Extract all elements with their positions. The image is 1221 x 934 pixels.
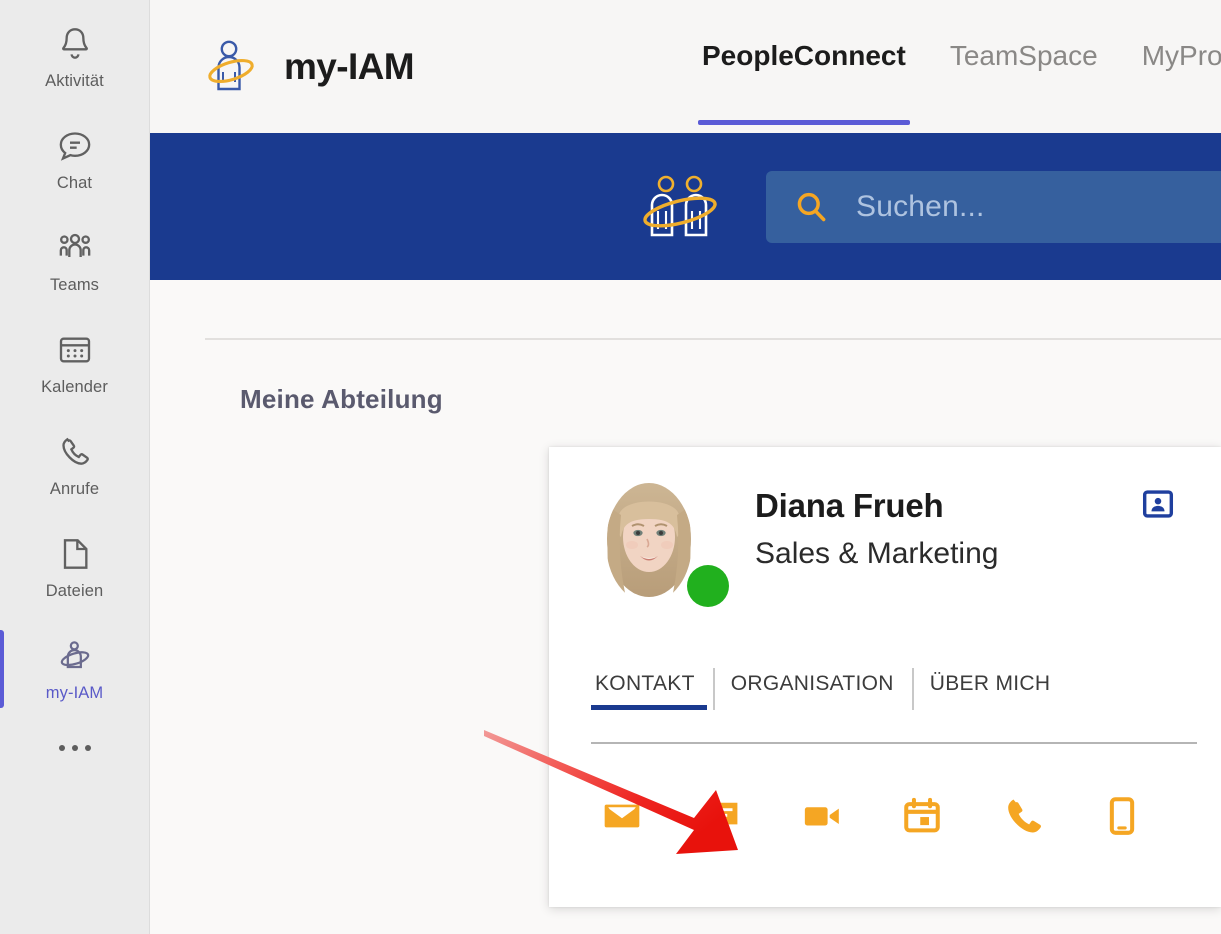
tab-myprofile[interactable]: MyPro — [1120, 40, 1221, 133]
chat-action-button[interactable] — [701, 795, 743, 837]
people-group-icon — [55, 228, 95, 268]
sidebar-item-label: Kalender — [41, 378, 108, 397]
sidebar-item-chat[interactable]: Chat — [0, 108, 149, 210]
profile-card: Diana Frueh Sales & Marketing KONTAKT OR… — [549, 447, 1221, 907]
sidebar-item-my-iam[interactable]: my-IAM — [0, 618, 149, 720]
person-orbit-logo-icon — [198, 34, 264, 100]
app-rail-sidebar: Aktivität Chat Teams Kalender Anrufe Dat… — [0, 0, 150, 934]
search-input[interactable]: Suchen... — [766, 170, 1221, 243]
profile-action-row — [601, 795, 1143, 837]
email-action-button[interactable] — [601, 795, 643, 837]
card-tab-ueber-mich[interactable]: ÜBER MICH — [911, 668, 1069, 710]
magnifier-icon — [792, 188, 830, 226]
mobile-call-action-button[interactable] — [1101, 795, 1143, 837]
sidebar-item-label: Chat — [56, 174, 93, 193]
main-area: my-IAM PeopleConnect TeamSpace MyPro Suc… — [150, 0, 1221, 934]
sidebar-item-dateien[interactable]: Dateien — [0, 516, 149, 618]
top-nav-tabs: PeopleConnect TeamSpace MyPro — [680, 40, 1221, 133]
two-people-orbit-icon — [624, 167, 736, 247]
dot-icon — [58, 745, 65, 751]
tab-label: TeamSpace — [949, 40, 1098, 71]
sidebar-item-aktivitaet[interactable]: Aktivität — [0, 6, 149, 108]
my-iam-person-orbit-icon — [55, 636, 95, 676]
search-band: Suchen... — [150, 133, 1221, 280]
sidebar-item-label: Dateien — [45, 582, 104, 601]
sidebar-item-teams[interactable]: Teams — [0, 210, 149, 312]
brand-name: my-IAM — [284, 45, 415, 87]
section-divider — [205, 338, 1221, 340]
profile-card-header: Diana Frueh Sales & Marketing — [549, 447, 1221, 617]
card-rule — [591, 742, 1197, 744]
tab-teamspace[interactable]: TeamSpace — [928, 40, 1120, 133]
sidebar-item-kalender[interactable]: Kalender — [0, 312, 149, 414]
person-department: Sales & Marketing — [755, 536, 999, 570]
phone-icon — [55, 432, 95, 472]
bell-icon — [55, 24, 95, 64]
profile-card-tabs: KONTAKT ORGANISATION ÜBER MICH — [591, 668, 1069, 710]
person-name: Diana Frueh — [755, 487, 944, 524]
sidebar-item-label: my-IAM — [45, 684, 104, 703]
call-action-button[interactable] — [1001, 795, 1043, 837]
video-call-action-button[interactable] — [801, 795, 843, 837]
sidebar-more-button[interactable] — [0, 720, 149, 776]
card-tab-label: ORGANISATION — [730, 672, 894, 695]
avatar-wrap — [595, 477, 729, 617]
card-tab-label: KONTAKT — [595, 672, 695, 695]
dot-icon — [71, 745, 78, 751]
card-tab-organisation[interactable]: ORGANISATION — [712, 668, 912, 710]
card-tab-kontakt[interactable]: KONTAKT — [591, 672, 713, 710]
presence-indicator — [687, 565, 729, 607]
search-placeholder: Suchen... — [856, 189, 985, 223]
brand: my-IAM — [198, 34, 415, 100]
sidebar-item-label: Aktivität — [45, 72, 104, 91]
tab-peopleconnect[interactable]: PeopleConnect — [680, 40, 928, 133]
sidebar-item-anrufe[interactable]: Anrufe — [0, 414, 149, 516]
file-icon — [55, 534, 95, 574]
sidebar-item-label: Anrufe — [49, 480, 100, 499]
dot-icon — [84, 745, 91, 751]
tab-label: MyPro — [1141, 40, 1221, 71]
sidebar-item-label: Teams — [49, 276, 100, 295]
chat-bubble-icon — [55, 126, 95, 166]
avatar — [595, 477, 703, 617]
calendar-icon — [55, 330, 95, 370]
app-header: my-IAM PeopleConnect TeamSpace MyPro — [150, 0, 1221, 133]
card-tab-label: ÜBER MICH — [929, 672, 1051, 695]
app-window: Aktivität Chat Teams Kalender Anrufe Dat… — [0, 0, 1221, 934]
tab-label: PeopleConnect — [702, 40, 906, 71]
content-area: Meine Abteilung Diana Frueh Sales & Mark… — [150, 280, 1221, 934]
identity-block: Diana Frueh Sales & Marketing — [703, 477, 998, 617]
section-title: Meine Abteilung — [240, 384, 443, 414]
contact-card-icon[interactable] — [1141, 487, 1175, 521]
schedule-meeting-action-button[interactable] — [901, 795, 943, 837]
